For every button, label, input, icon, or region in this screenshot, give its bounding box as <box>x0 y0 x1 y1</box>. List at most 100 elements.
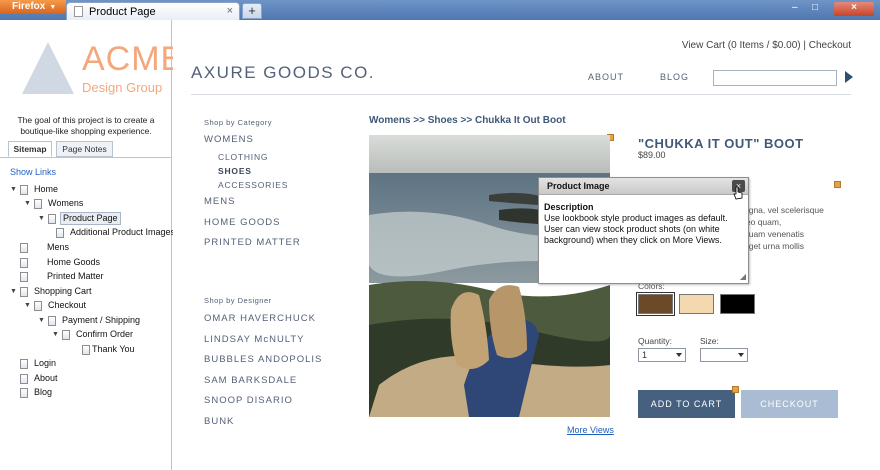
logo-title: ACME <box>82 40 185 78</box>
sitemap-item-label: Login <box>34 358 57 368</box>
window-close-button[interactable]: × <box>834 2 874 16</box>
collapse-icon[interactable]: ▼ <box>52 328 60 341</box>
sitemap-item-label: Womens <box>48 198 84 208</box>
page-icon <box>56 228 64 238</box>
designer-item[interactable]: BUBBLES ANDOPOLIS <box>204 354 322 365</box>
product-description-line: agna, vel scelerisque <box>744 205 824 215</box>
acme-logo: ACME Design Group <box>20 36 183 106</box>
category-heading: Shop by Category <box>204 118 273 127</box>
search-arrow-icon[interactable] <box>845 71 853 83</box>
sitemap-item-label: Additional Product Images <box>70 227 176 237</box>
resize-grip-icon[interactable]: ◢ <box>740 272 746 281</box>
sitemap-item-label: Checkout <box>48 300 87 310</box>
hand-cursor-icon <box>733 186 743 200</box>
breadcrumb[interactable]: Womens >> Shoes >> Chukka It Out Boot <box>369 115 566 126</box>
page-icon <box>34 301 42 311</box>
search-input[interactable] <box>713 70 837 86</box>
quantity-value: 1 <box>642 350 648 360</box>
prototype-page: View Cart (0 Items / $0.00) | Checkout A… <box>173 20 880 470</box>
annotation-popup: Product Image × Description Use lookbook… <box>538 177 749 284</box>
page-icon <box>20 243 28 253</box>
category-mens[interactable]: MENS <box>204 196 235 207</box>
popup-header[interactable]: Product Image × <box>539 178 748 195</box>
tab-title: Product Page <box>89 6 156 18</box>
size-label: Size: <box>700 336 719 346</box>
page-icon <box>48 316 56 326</box>
designer-heading: Shop by Designer <box>204 296 272 305</box>
show-links-link[interactable]: Show Links <box>10 167 56 177</box>
subcategory-clothing[interactable]: CLOTHING <box>218 152 268 162</box>
designer-item[interactable]: LINDSAY McNULTY <box>204 334 305 345</box>
firefox-menu-button[interactable]: Firefox ▼ <box>0 0 66 14</box>
category-printed-matter[interactable]: PRINTED MATTER <box>204 237 301 248</box>
page-icon <box>20 258 28 268</box>
maximize-icon[interactable]: □ <box>812 2 818 14</box>
size-select[interactable] <box>700 348 748 362</box>
minimize-icon[interactable]: – <box>792 2 798 14</box>
browser-chrome: Firefox ▼ Product Page × + – □ × <box>0 0 880 20</box>
sitemap-item-label: Mens <box>47 242 70 252</box>
chevron-down-icon <box>676 353 682 357</box>
color-swatch-tan[interactable] <box>679 294 714 314</box>
sitemap-item-label: Thank You <box>92 344 135 354</box>
product-title: "CHUKKA IT OUT" BOOT <box>638 136 804 151</box>
subcategory-shoes[interactable]: SHOES <box>218 166 252 176</box>
page-icon <box>62 330 70 340</box>
new-tab-button[interactable]: + <box>242 3 262 19</box>
subcategory-accessories[interactable]: ACCESSORIES <box>218 180 288 190</box>
divider <box>0 157 171 158</box>
tab-close-icon[interactable]: × <box>227 5 233 17</box>
page-icon <box>34 199 42 209</box>
collapse-icon[interactable]: ▼ <box>24 299 32 312</box>
product-description-line: quam venenatis <box>744 229 805 239</box>
tab-sitemap[interactable]: Sitemap <box>8 141 52 157</box>
category-home-goods[interactable]: HOME GOODS <box>204 217 281 228</box>
browser-tab[interactable]: Product Page × <box>66 2 240 20</box>
project-goal: The goal of this project is to create a … <box>17 115 155 136</box>
page-icon <box>48 214 56 224</box>
add-to-cart-button[interactable]: ADD TO CART <box>638 390 735 418</box>
category-womens[interactable]: WOMENS <box>204 134 254 145</box>
quantity-label: Quantity: <box>638 336 673 346</box>
collapse-icon[interactable]: ▼ <box>38 314 46 327</box>
header-divider <box>191 94 851 95</box>
sitemap-item-label: Home <box>34 184 59 194</box>
designer-item[interactable]: BUNK <box>204 416 234 427</box>
page-icon <box>74 6 83 17</box>
product-description-line: leo quam, <box>744 217 782 227</box>
nav-blog[interactable]: BLOG <box>660 72 689 82</box>
nav-about[interactable]: ABOUT <box>588 72 624 82</box>
tab-page-notes[interactable]: Page Notes <box>56 141 113 157</box>
designer-item[interactable]: SAM BARKSDALE <box>204 375 297 386</box>
collapse-icon[interactable]: ▼ <box>24 197 32 210</box>
sitemap-panel: ACME Design Group The goal of this proje… <box>0 20 183 470</box>
sitemap-item-label: Confirm Order <box>76 329 134 339</box>
collapse-icon[interactable]: ▼ <box>10 285 18 298</box>
note-flag-icon[interactable] <box>834 181 841 188</box>
page-icon <box>82 345 90 355</box>
sitemap-item-label: Home Goods <box>47 257 101 267</box>
sitemap-item-label: Printed Matter <box>47 271 104 281</box>
product-price: $89.00 <box>638 150 666 160</box>
popup-title: Product Image <box>547 181 610 191</box>
page-icon <box>20 374 28 384</box>
brand-title[interactable]: AXURE GOODS CO. <box>191 63 375 83</box>
view-cart-link[interactable]: View Cart (0 Items / $0.00) | Checkout <box>682 40 851 51</box>
sitemap-item-label: Product Page <box>60 212 121 225</box>
page-icon <box>20 287 28 297</box>
color-swatch-brown[interactable] <box>636 292 675 316</box>
note-flag-icon[interactable] <box>732 386 739 393</box>
designer-item[interactable]: SNOOP DISARIO <box>204 395 293 406</box>
sitemap-item-label: Blog <box>34 387 53 397</box>
collapse-icon[interactable]: ▼ <box>38 212 46 225</box>
color-swatch-black[interactable] <box>720 294 755 314</box>
collapse-icon[interactable]: ▼ <box>10 183 18 196</box>
popup-description-heading: Description <box>544 202 594 212</box>
more-views-link[interactable]: More Views <box>567 425 614 435</box>
chevron-down-icon: ▼ <box>49 4 57 11</box>
designer-item[interactable]: OMAR HAVERCHUCK <box>204 313 316 324</box>
page-icon <box>20 388 28 398</box>
checkout-button[interactable]: CHECKOUT <box>741 390 838 418</box>
quantity-select[interactable]: 1 <box>638 348 686 362</box>
popup-description-text: Use lookbook style product images as def… <box>544 213 728 245</box>
